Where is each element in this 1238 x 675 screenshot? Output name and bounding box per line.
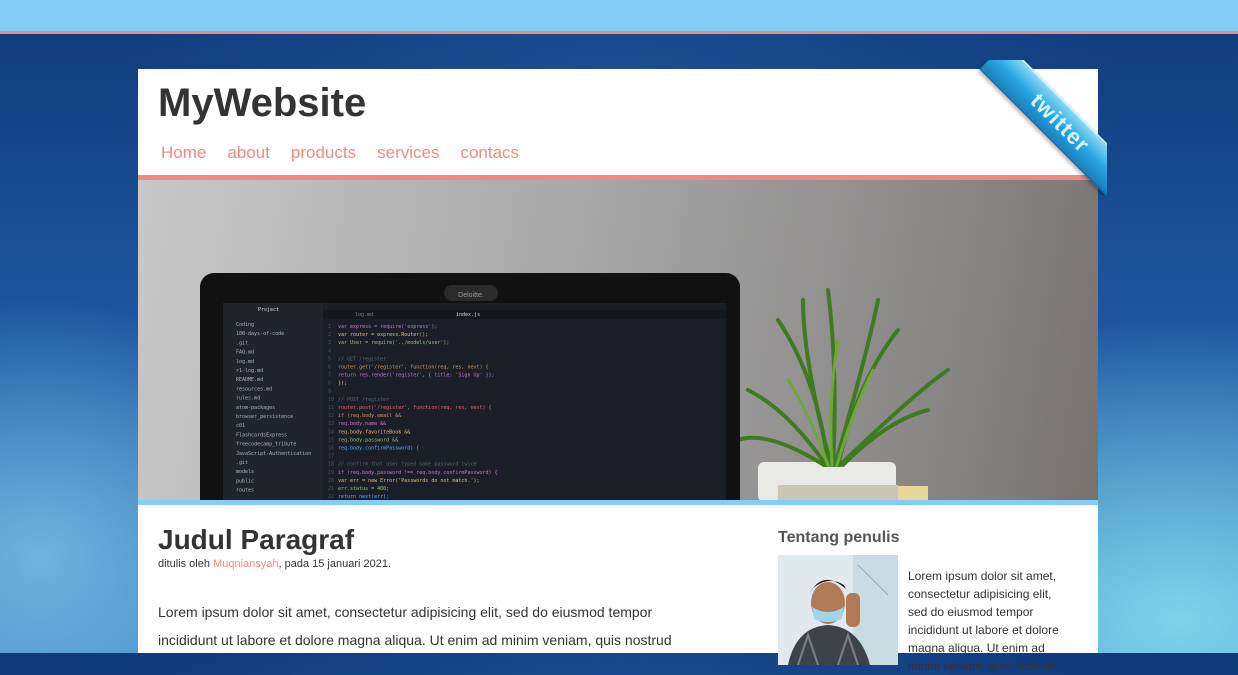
code-line-number: 3 <box>328 340 331 346</box>
file-tree-item: FAQ.md <box>236 350 254 356</box>
author-photo <box>778 555 898 665</box>
code-line: // confirm that user typed same password… <box>338 462 476 468</box>
code-line-number: 20 <box>328 478 334 484</box>
code-line-number: 18 <box>328 462 334 468</box>
code-line: var router = express.Router(); <box>338 332 428 338</box>
file-tree-item: 100-days-of-code <box>236 331 284 337</box>
hero-divider <box>138 500 1098 505</box>
header: MyWebsite Home about products services c… <box>138 69 1098 175</box>
page-container: MyWebsite Home about products services c… <box>138 69 1098 673</box>
nav-about[interactable]: about <box>227 143 270 163</box>
code-line-number: 14 <box>328 429 334 435</box>
main-content: Judul Paragraf ditulis oleh Muqniansyah,… <box>158 524 718 668</box>
file-tree-item: atom-packages <box>236 405 275 411</box>
file-tree-item: public <box>236 478 254 484</box>
twitter-ribbon-label: twitter <box>1025 87 1096 158</box>
code-line: req.body.confirmPassword) { <box>338 446 419 452</box>
site-title: MyWebsite <box>158 81 367 125</box>
file-tree-item: .git <box>236 340 248 346</box>
post-meta: ditulis oleh Muqniansyah, pada 15 januar… <box>158 558 718 570</box>
tab-index: index.js <box>456 312 480 318</box>
top-bar <box>0 0 1238 34</box>
meta-prefix: ditulis oleh <box>158 558 214 570</box>
twitter-ribbon-band: twitter <box>979 60 1107 195</box>
main-nav: Home about products services contacs <box>161 143 519 163</box>
project-panel-title: Project <box>258 307 279 313</box>
code-line: var express = require('express'); <box>338 324 437 330</box>
author-bio: Lorem ipsum dolor sit amet, consectetur … <box>908 569 1059 673</box>
code-line-number: 15 <box>328 437 334 443</box>
code-line: // POST /register <box>338 397 389 403</box>
sidebar: Tentang penulis Lorem ipsum dolor sit am… <box>778 529 1078 673</box>
file-tree-item: log.md <box>236 359 254 365</box>
code-line: // GET /register <box>338 356 386 362</box>
code-line-number: 19 <box>328 470 334 476</box>
nav-home[interactable]: Home <box>161 143 206 163</box>
code-line: if (req.body.email && <box>338 413 401 419</box>
code-line: req.body.favoriteBook && <box>338 429 410 435</box>
nav-products[interactable]: products <box>291 143 356 163</box>
meta-suffix: , pada 15 januari 2021. <box>278 558 392 570</box>
code-line-number: 1 <box>328 324 331 330</box>
file-tree-item: FlashcardsExpress <box>236 432 287 438</box>
nav-services[interactable]: services <box>377 143 439 163</box>
code-line: router.post('/register', function(req, r… <box>338 405 492 411</box>
sidebar-title: Tentang penulis <box>778 529 900 546</box>
code-line-number: 10 <box>328 397 334 403</box>
file-tree-item: freecodecamp_tribute <box>236 442 296 448</box>
file-tree-item: .git <box>236 460 248 466</box>
hero-image: Deloitte. Project log.md index.js Coding… <box>138 180 1098 500</box>
post-title: Judul Paragraf <box>158 524 355 555</box>
file-tree-item: Coding <box>236 322 254 328</box>
code-line-number: 13 <box>328 421 334 427</box>
code-line: var err = new Error('Passwords do not ma… <box>338 478 479 484</box>
tab-log: log.md <box>355 312 373 318</box>
twitter-ribbon[interactable]: twitter <box>975 60 1107 195</box>
code-line-number: 5 <box>328 356 331 362</box>
file-tree-item: browser_persistence <box>236 414 293 420</box>
code-line: req.body.name && <box>338 421 386 427</box>
post-body: Lorem ipsum dolor sit amet, consectetur … <box>158 604 672 648</box>
file-tree-item: models <box>236 469 254 475</box>
code-line-number: 7 <box>328 373 331 379</box>
code-line: return res.render('register', { title: '… <box>338 373 495 379</box>
laptop-illustration: Deloitte. Project log.md index.js Coding… <box>200 273 950 500</box>
file-tree-item: r1-log.md <box>236 368 263 374</box>
code-line-number: 16 <box>328 446 334 452</box>
code-line: if (req.body.password !== req.body.confi… <box>338 470 498 476</box>
author-link[interactable]: Muqniansyah <box>213 558 278 570</box>
code-line: req.body.password && <box>338 437 398 443</box>
file-tree-item: rules.md <box>236 396 260 402</box>
file-tree-item: JavaScript-Authentication <box>236 451 311 457</box>
code-line: }); <box>338 381 347 387</box>
code-line-number: 6 <box>328 365 331 371</box>
code-line-number: 17 <box>328 454 334 460</box>
code-line: var User = require('../models/user'); <box>338 340 449 346</box>
code-line-number: 11 <box>328 405 334 411</box>
code-line-number: 21 <box>328 486 334 492</box>
laptop-brand-text: Deloitte. <box>458 292 484 299</box>
code-line-number: 12 <box>328 413 334 419</box>
file-tree-item: c01 <box>236 423 245 429</box>
code-line: err.status = 400; <box>338 486 389 492</box>
file-tree-item: README.md <box>236 377 263 383</box>
file-tree-item: resources.md <box>236 386 272 392</box>
code-line-number: 4 <box>328 348 331 354</box>
code-line: router.get('/register', function(req, re… <box>338 365 489 371</box>
file-tree-item: routes <box>236 488 254 494</box>
code-line-number: 9 <box>328 389 331 395</box>
code-line-number: 2 <box>328 332 331 338</box>
nav-contacs[interactable]: contacs <box>460 143 519 163</box>
code-line-number: 8 <box>328 381 331 387</box>
